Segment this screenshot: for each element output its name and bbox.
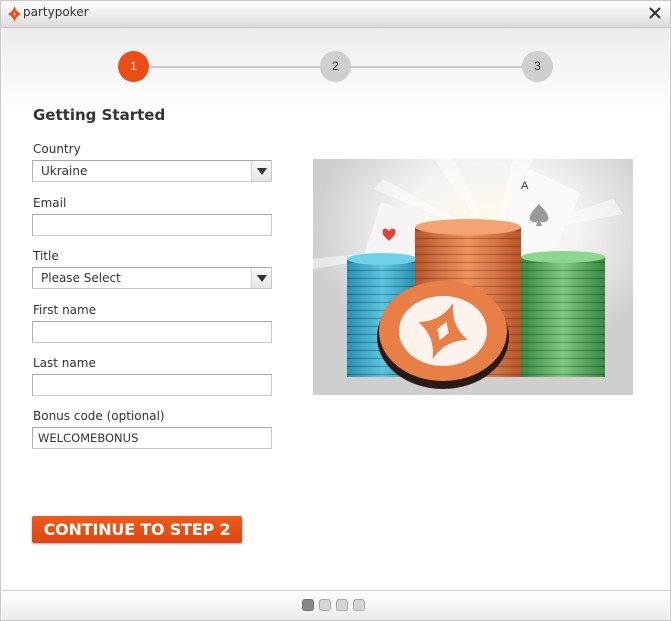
close-icon [649,7,661,19]
step-2: 2 [320,51,351,82]
first-name-label: First name [33,303,97,317]
bonus-code-field[interactable]: WELCOMEBONUS [32,427,272,449]
country-label: Country [33,142,81,156]
continue-button[interactable]: CONTINUE TO STEP 2 [32,516,242,543]
partypoker-chip-icon [377,281,509,389]
close-button[interactable] [646,4,664,22]
country-select[interactable]: Ukraine [32,160,272,182]
svg-text:A: A [521,180,529,192]
page-title: Getting Started [33,106,166,124]
stepper-line [351,66,525,68]
step-3: 3 [522,51,553,82]
email-label: Email [33,196,67,210]
stepper-line [149,66,323,68]
app-title: partypoker [23,5,89,19]
title-value: Please Select [41,271,121,285]
country-value: Ukraine [41,164,88,178]
chevron-down-icon[interactable] [251,161,271,181]
poker-chips-illustration: A [313,159,633,395]
bonus-code-label: Bonus code (optional) [33,409,165,423]
pagination-dot-3[interactable] [336,599,348,611]
title-label: Title [33,249,59,263]
chevron-down-icon[interactable] [251,268,271,288]
title-select[interactable]: Please Select [32,267,272,289]
partypoker-diamond-logo-icon [8,6,21,22]
green-chip-stack-icon [521,251,605,377]
footer-bar [2,590,669,620]
promo-image: A [313,159,633,395]
first-name-field[interactable] [32,321,272,343]
step-1: 1 [118,51,149,82]
pagination-dot-4[interactable] [353,599,365,611]
title-bar: partypoker [1,1,670,28]
last-name-label: Last name [33,356,96,370]
pagination-dot-2[interactable] [319,599,331,611]
email-field[interactable] [32,214,272,236]
bonus-code-value: WELCOMEBONUS [38,431,139,445]
pagination-dot-1[interactable] [302,599,314,611]
registration-window: partypoker 1 2 3 Getting Started Country… [0,0,671,621]
last-name-field[interactable] [32,374,272,396]
